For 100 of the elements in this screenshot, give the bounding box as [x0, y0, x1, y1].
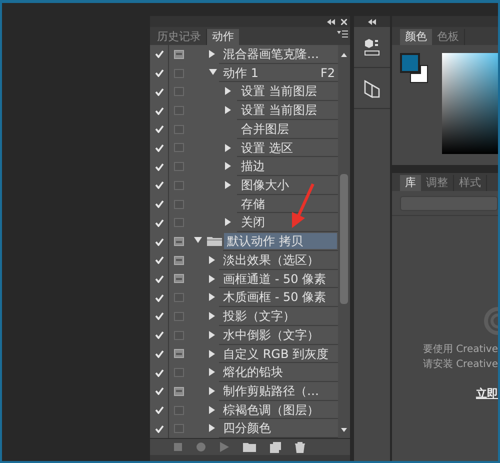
- collapse-triangle-icon[interactable]: [225, 218, 231, 226]
- action-label[interactable]: 淡出效果（选区）: [220, 252, 319, 268]
- check-icon[interactable]: [154, 106, 164, 115]
- dialog-toggle-icon[interactable]: [174, 386, 184, 396]
- action-label[interactable]: 水中倒影（文字）: [220, 326, 319, 343]
- action-label[interactable]: 木质画框 - 50 像素: [220, 289, 326, 306]
- collapse-triangle-icon[interactable]: [209, 368, 215, 376]
- dialog-toggle-icon[interactable]: [174, 237, 184, 246]
- command-label[interactable]: 关闭: [238, 214, 265, 230]
- trash-icon[interactable]: [295, 442, 305, 452]
- check-icon[interactable]: [154, 50, 164, 58]
- action-label[interactable]: 四分颜色: [220, 420, 271, 436]
- action-label[interactable]: 自定义 RGB 到灰度: [220, 346, 328, 362]
- collapse-triangle-icon[interactable]: [209, 406, 215, 414]
- dialog-toggle-box[interactable]: [174, 200, 184, 209]
- scroll-down-icon[interactable]: [341, 428, 347, 432]
- collapse-triangle-icon[interactable]: [225, 181, 231, 190]
- collapse-icon[interactable]: [327, 18, 335, 24]
- color-spectrum[interactable]: [442, 53, 498, 154]
- panel-tab[interactable]: 动作: [207, 29, 239, 45]
- dialog-toggle-box[interactable]: [174, 293, 184, 302]
- check-icon[interactable]: [154, 218, 164, 227]
- check-icon[interactable]: [154, 162, 164, 171]
- collapse-triangle-icon[interactable]: [225, 106, 231, 114]
- collapse-triangle-icon[interactable]: [209, 293, 215, 302]
- dialog-toggle-box[interactable]: [174, 180, 184, 190]
- collapse-triangle-icon[interactable]: [209, 350, 215, 358]
- dialog-toggle-icon[interactable]: [174, 50, 184, 59]
- check-icon[interactable]: [154, 387, 164, 396]
- expand-triangle-icon[interactable]: [194, 237, 202, 244]
- panel-tab[interactable]: 颜色: [400, 29, 432, 45]
- collapse-icon[interactable]: [368, 18, 376, 24]
- command-label[interactable]: 图像大小: [238, 177, 289, 194]
- check-icon[interactable]: [154, 256, 164, 264]
- dialog-toggle-box[interactable]: [174, 218, 184, 228]
- action-label[interactable]: 混合器画笔克隆…: [220, 46, 319, 62]
- check-icon[interactable]: [154, 274, 164, 283]
- collapse-triangle-icon[interactable]: [209, 50, 215, 58]
- command-label[interactable]: 设置 选区: [238, 140, 293, 156]
- panel-tab[interactable]: 样式: [454, 175, 487, 191]
- dialog-toggle-box[interactable]: [174, 162, 184, 172]
- check-icon[interactable]: [154, 294, 164, 302]
- command-label[interactable]: 描边: [238, 158, 265, 174]
- dialog-toggle-box[interactable]: [174, 106, 184, 116]
- dialog-toggle-box[interactable]: [174, 368, 184, 378]
- panel-menu-icon[interactable]: [337, 30, 348, 39]
- collapse-triangle-icon[interactable]: [225, 87, 231, 96]
- new-item-icon[interactable]: [270, 442, 281, 452]
- scroll-up-icon[interactable]: [341, 53, 347, 57]
- dialog-toggle-box[interactable]: [174, 406, 184, 415]
- dialog-toggle-box[interactable]: [174, 330, 184, 340]
- collapse-triangle-icon[interactable]: [225, 162, 231, 170]
- command-label[interactable]: 存储: [238, 196, 265, 212]
- collapse-triangle-icon[interactable]: [209, 256, 215, 264]
- action-label[interactable]: 制作剪贴路径（…: [220, 382, 319, 399]
- dialog-toggle-icon[interactable]: [174, 274, 184, 284]
- action-label[interactable]: 熔化的铅块: [220, 364, 283, 380]
- collapse-triangle-icon[interactable]: [209, 386, 215, 395]
- dialog-toggle-box[interactable]: [174, 312, 184, 321]
- dialog-toggle-icon[interactable]: [174, 256, 184, 265]
- action-label[interactable]: 动作 1: [220, 64, 258, 81]
- action-label[interactable]: 画框通道 - 50 像素: [220, 270, 326, 287]
- check-icon[interactable]: [154, 406, 164, 414]
- check-icon[interactable]: [154, 144, 164, 152]
- collapse-triangle-icon[interactable]: [225, 144, 231, 152]
- collapse-triangle-icon[interactable]: [209, 312, 215, 320]
- panel-tab[interactable]: 库: [400, 175, 421, 191]
- check-icon[interactable]: [154, 331, 164, 340]
- check-icon[interactable]: [154, 350, 164, 358]
- check-icon[interactable]: [154, 424, 164, 433]
- expand-triangle-icon[interactable]: [209, 68, 217, 75]
- command-label[interactable]: 设置 当前图层: [238, 102, 317, 118]
- layer-transform-icon[interactable]: [364, 80, 380, 98]
- collapse-triangle-icon[interactable]: [209, 424, 215, 432]
- folder-icon[interactable]: [243, 442, 256, 452]
- panel-tab[interactable]: 色板: [432, 29, 465, 45]
- install-link[interactable]: 立即: [476, 386, 498, 402]
- check-icon[interactable]: [154, 88, 164, 96]
- properties-icon[interactable]: [364, 39, 380, 57]
- scrollbar-thumb[interactable]: [340, 174, 348, 304]
- check-icon[interactable]: [154, 312, 164, 320]
- check-icon[interactable]: [154, 181, 164, 190]
- panel-tab[interactable]: 调整: [421, 175, 454, 191]
- foreground-swatch[interactable]: [400, 53, 420, 73]
- check-icon[interactable]: [154, 368, 164, 377]
- dialog-toggle-box[interactable]: [174, 124, 184, 134]
- dialog-toggle-box[interactable]: [174, 143, 184, 152]
- dialog-toggle-icon[interactable]: [174, 349, 184, 358]
- dialog-toggle-box[interactable]: [174, 424, 184, 434]
- command-label[interactable]: 合并图层: [238, 120, 289, 137]
- background-swatch[interactable]: [410, 65, 428, 83]
- command-label[interactable]: 设置 当前图层: [238, 83, 317, 100]
- check-icon[interactable]: [154, 69, 164, 78]
- check-icon[interactable]: [154, 125, 164, 134]
- dialog-toggle-box[interactable]: [174, 87, 184, 96]
- collapse-triangle-icon[interactable]: [209, 330, 215, 339]
- close-icon[interactable]: [341, 18, 347, 24]
- collapse-triangle-icon[interactable]: [209, 274, 215, 283]
- action-label[interactable]: 棕褐色调（图层）: [220, 402, 319, 418]
- action-set-label[interactable]: 默认动作 拷贝: [224, 233, 337, 250]
